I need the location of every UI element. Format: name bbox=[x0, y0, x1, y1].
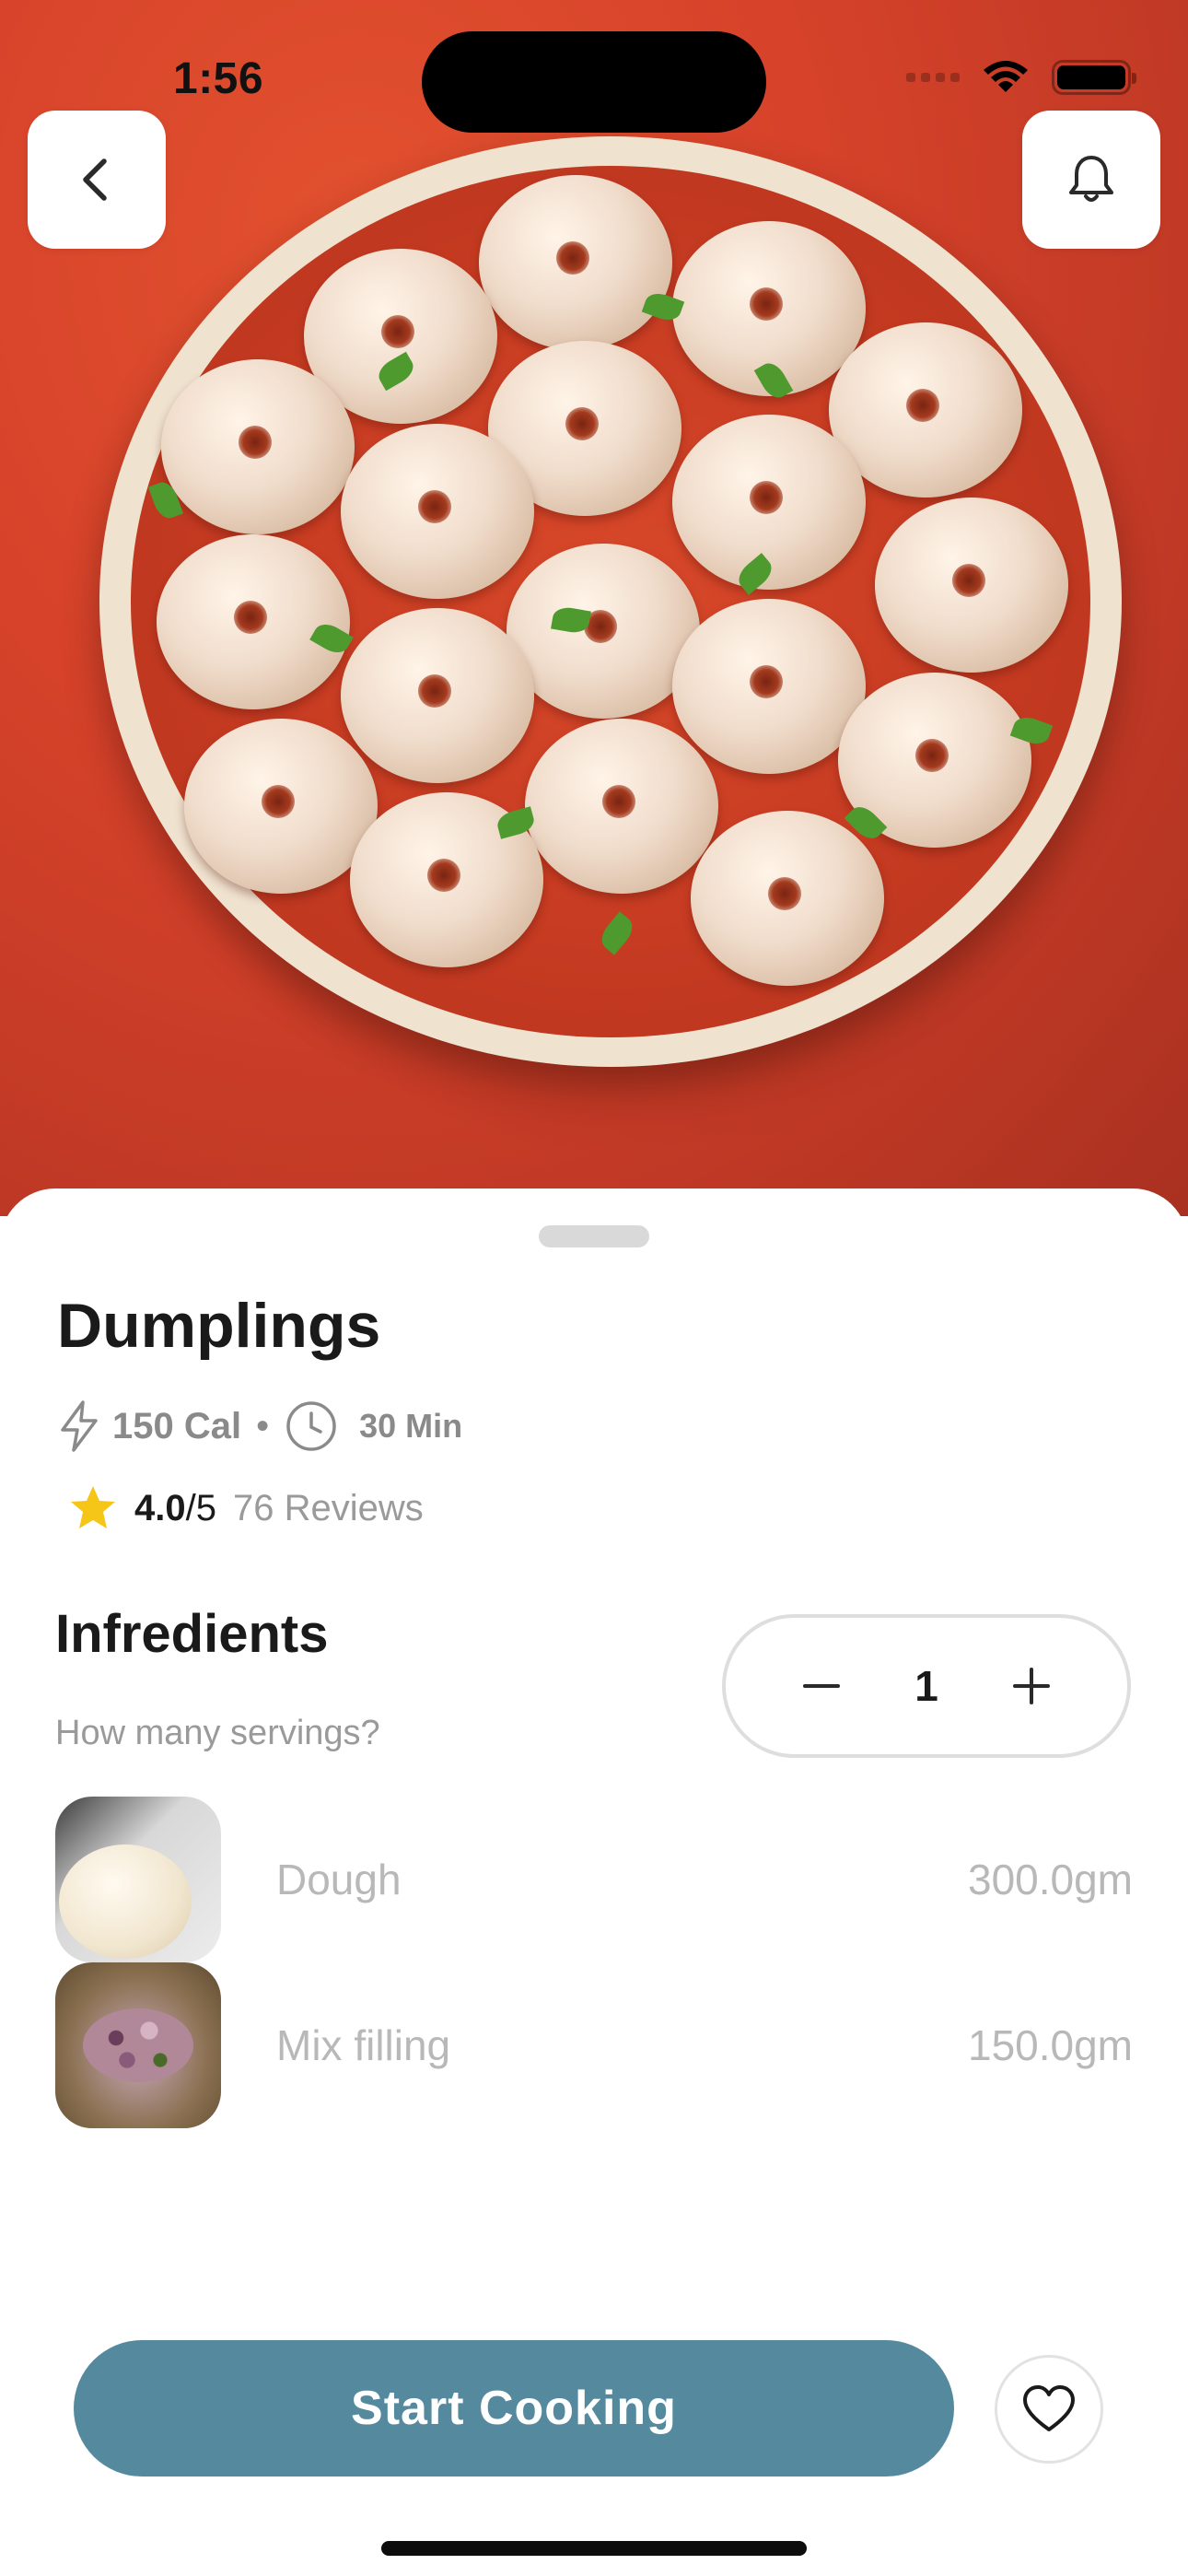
calories: 150 Cal bbox=[112, 1405, 242, 1446]
bell-icon bbox=[1069, 156, 1113, 202]
dumpling bbox=[507, 544, 700, 719]
ingredient-image-dough bbox=[55, 1797, 221, 1962]
sheet-grabber[interactable] bbox=[539, 1225, 649, 1247]
rating: 4.0/5 76 Reviews bbox=[68, 1483, 424, 1533]
ingredient-amount: 300.0gm bbox=[967, 1856, 1133, 1903]
dumpling bbox=[161, 359, 355, 534]
hero-image bbox=[0, 0, 1188, 1216]
cook-time: 30 Min bbox=[359, 1407, 463, 1445]
star-icon bbox=[71, 1486, 115, 1528]
lightning-icon bbox=[61, 1400, 98, 1452]
dynamic-island bbox=[422, 31, 766, 133]
ingredient-amount: 150.0gm bbox=[967, 2021, 1133, 2069]
dumpling bbox=[525, 719, 718, 894]
status-time: 1:56 bbox=[173, 54, 264, 103]
notifications-button[interactable] bbox=[1022, 111, 1160, 249]
ingredient-item[interactable]: Mix filling 150.0gm bbox=[55, 1962, 1133, 2128]
servings-question: How many servings? bbox=[55, 1714, 380, 1752]
plus-icon[interactable] bbox=[1009, 1664, 1054, 1708]
chevron-left-icon bbox=[83, 158, 107, 201]
cellular-signal-icon bbox=[906, 73, 960, 82]
battery-icon bbox=[1052, 60, 1136, 95]
dumpling bbox=[672, 599, 866, 774]
dumpling bbox=[691, 811, 884, 986]
ingredient-name: Dough bbox=[276, 1856, 402, 1903]
status-icons bbox=[906, 59, 1136, 96]
rating-score: 4.0/5 bbox=[134, 1488, 216, 1529]
ingredients-title: Infredients bbox=[55, 1604, 329, 1664]
wifi-icon bbox=[984, 61, 1028, 92]
heart-icon bbox=[1023, 2385, 1075, 2431]
ingredient-image-filling bbox=[55, 1962, 221, 2128]
dumpling bbox=[341, 608, 534, 783]
back-button[interactable] bbox=[28, 111, 166, 249]
recipe-meta: 150 Cal • 30 Min bbox=[55, 1399, 462, 1454]
dumpling bbox=[184, 719, 378, 894]
rating-max: /5 bbox=[185, 1487, 216, 1528]
dumpling bbox=[479, 175, 672, 350]
ingredient-name: Mix filling bbox=[276, 2021, 451, 2069]
favorite-button[interactable] bbox=[995, 2355, 1103, 2464]
start-cooking-button[interactable]: Start Cooking bbox=[74, 2340, 954, 2476]
ingredient-item[interactable]: Dough 300.0gm bbox=[55, 1797, 1133, 1962]
meta-separator: • bbox=[256, 1405, 270, 1446]
rating-value: 4.0 bbox=[134, 1487, 186, 1528]
clock-icon bbox=[286, 1401, 336, 1451]
home-indicator bbox=[381, 2541, 807, 2556]
dumpling bbox=[341, 424, 534, 599]
minus-icon[interactable] bbox=[799, 1664, 844, 1708]
servings-count: 1 bbox=[914, 1662, 938, 1710]
recipe-title: Dumplings bbox=[57, 1291, 381, 1361]
servings-stepper: 1 bbox=[722, 1614, 1131, 1758]
dumpling bbox=[157, 534, 350, 709]
reviews-link[interactable]: 76 Reviews bbox=[233, 1488, 424, 1529]
dumpling bbox=[875, 498, 1068, 673]
